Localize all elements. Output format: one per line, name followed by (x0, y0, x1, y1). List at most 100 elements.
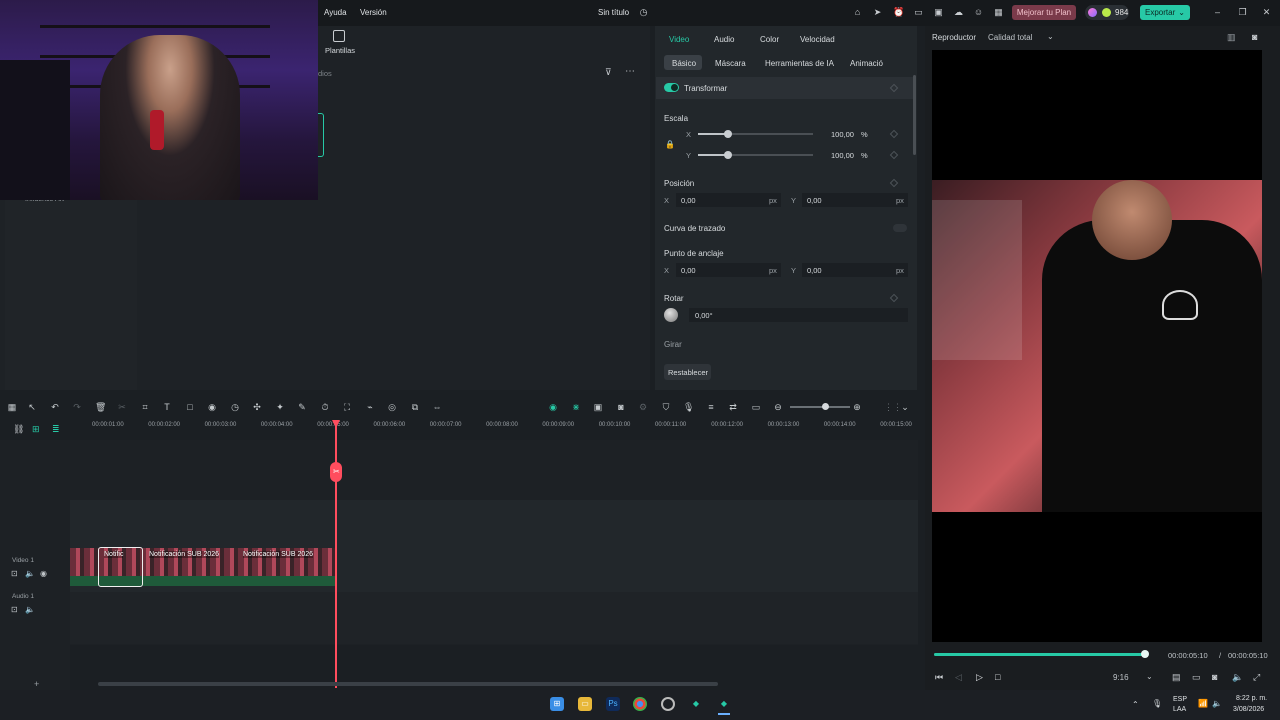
audio-mix-icon[interactable]: ≡ (706, 402, 716, 412)
delete-icon[interactable]: 🗑 (95, 402, 106, 412)
rotate-dial[interactable] (664, 308, 678, 322)
search-input[interactable]: dios (318, 69, 332, 78)
stop-icon[interactable]: □ (995, 672, 1000, 682)
previous-frame-icon[interactable]: ⏮ (935, 672, 943, 683)
path-curve-toggle[interactable] (893, 224, 907, 232)
lock-icon[interactable]: ⊡ (11, 569, 18, 578)
snap-icon[interactable]: ◉ (548, 402, 558, 412)
chevron-down-icon[interactable]: ⌄ (1146, 672, 1153, 681)
tab-video[interactable]: Video (669, 35, 689, 44)
zoom-out-icon[interactable]: ⊖ (773, 402, 783, 412)
group-icon[interactable]: ⧉ (410, 402, 420, 412)
filmora-active-icon[interactable]: ◆ (717, 697, 731, 711)
speed-icon[interactable]: ◷ (230, 402, 240, 412)
pip-icon[interactable]: ▭ (751, 402, 761, 412)
mask-icon[interactable]: ◎ (387, 402, 397, 412)
chevron-down-icon[interactable]: ⌄ (1047, 32, 1054, 41)
player-progress-knob[interactable] (1141, 650, 1149, 658)
export-button[interactable]: Exportar ⌄ (1140, 5, 1190, 20)
playhead-handle[interactable]: ✂ (330, 462, 342, 482)
snapshot-icon[interactable]: ◙ (1252, 32, 1257, 42)
audio-track-row[interactable] (70, 592, 918, 644)
timeline-scrollbar[interactable] (98, 682, 718, 686)
cloud-icon[interactable]: ☁ (953, 7, 964, 18)
edit-icon[interactable]: ✎ (297, 402, 307, 412)
gift-icon[interactable]: ⌂ (852, 7, 863, 18)
upgrade-plan-button[interactable]: Mejorar tu Plan (1012, 5, 1076, 20)
select-icon[interactable]: ↖ (27, 402, 37, 412)
play-back-icon[interactable]: ◁ (955, 672, 962, 683)
windows-start-icon[interactable]: ⊞ (550, 697, 564, 711)
player-progress-track[interactable] (934, 653, 1146, 656)
effects-icon[interactable]: ✣ (252, 402, 262, 412)
subtab-basico[interactable]: Básico (672, 59, 696, 68)
tab-audio[interactable]: Audio (714, 35, 734, 44)
timer-icon[interactable]: ⏱ (320, 402, 330, 412)
chevron-down-icon[interactable]: ⌄ (900, 402, 910, 412)
more-options-icon[interactable]: ⋯ (625, 66, 635, 77)
display-icon[interactable]: ▭ (1192, 672, 1201, 683)
magnet-icon[interactable]: ⋇ (571, 402, 581, 412)
language-bottom[interactable]: LAA (1173, 706, 1186, 713)
rotate-field[interactable] (689, 308, 908, 322)
send-icon[interactable]: ➤ (872, 7, 883, 18)
camera-icon[interactable]: ◙ (1212, 672, 1217, 682)
templates-icon[interactable] (333, 30, 345, 42)
shape-icon[interactable]: □ (185, 402, 195, 412)
scale-y-value[interactable]: 100,00 (831, 151, 854, 160)
mute-icon[interactable]: 🔈 (25, 569, 35, 578)
media-thumbnail-edge[interactable] (318, 113, 324, 157)
eye-icon[interactable]: ◉ (40, 569, 47, 578)
subtab-animacion[interactable]: Animació (850, 59, 883, 68)
photoshop-icon[interactable]: Ps (606, 697, 620, 711)
redo-icon[interactable]: ↷ (72, 402, 82, 412)
zoom-slider[interactable] (790, 406, 850, 408)
scale-y-knob[interactable] (724, 151, 732, 159)
playhead[interactable] (335, 420, 337, 688)
filter-icon[interactable]: ⊽ (605, 67, 612, 78)
alarm-icon[interactable]: ⏰ (893, 7, 904, 18)
file-explorer-icon[interactable]: ▭ (578, 697, 592, 711)
play-icon[interactable]: ▷ (976, 672, 983, 683)
settings-icon[interactable]: ⚙ (638, 402, 648, 412)
volume-icon[interactable]: 🔈 (1232, 672, 1243, 683)
subtab-ai-tools[interactable]: Herramientas de IA (765, 59, 834, 68)
microphone-icon[interactable]: 🎙 (683, 402, 694, 412)
zoom-knob[interactable] (822, 403, 829, 410)
support-icon[interactable]: ☺ (973, 7, 984, 18)
link-icon[interactable]: ⛓ (13, 424, 24, 435)
undo-icon[interactable]: ↶ (50, 402, 60, 412)
crop-icon[interactable]: ⌗ (140, 402, 150, 412)
menu-ayuda[interactable]: Ayuda (324, 8, 347, 17)
shield-icon[interactable]: ⛉ (661, 402, 671, 412)
wifi-icon[interactable]: 📶 (1198, 699, 1208, 708)
filmora-icon[interactable]: ◆ (689, 697, 703, 711)
text-icon[interactable]: T (162, 402, 172, 412)
replace-icon[interactable]: ⇄ (728, 402, 738, 412)
obs-icon[interactable] (661, 697, 675, 711)
aspect-ratio-select[interactable]: 9:16 (1113, 673, 1129, 682)
templates-tab[interactable]: Plantillas (325, 46, 355, 55)
chrome-icon[interactable] (633, 697, 647, 711)
scale-x-knob[interactable] (724, 130, 732, 138)
grid-icon[interactable]: ▦ (7, 402, 17, 412)
minimize-icon[interactable]: – (1212, 7, 1223, 18)
render-preview-icon[interactable]: ▣ (593, 402, 603, 412)
add-track-icon[interactable]: + (34, 679, 39, 689)
save-icon[interactable]: ▣ (933, 7, 944, 18)
fullscreen-icon[interactable]: ⤢ (1253, 672, 1260, 683)
track-add-icon[interactable]: ⊞ (32, 424, 40, 435)
scale-x-value[interactable]: 100,00 (831, 130, 854, 139)
frame-icon[interactable]: ⛶ (342, 402, 352, 412)
subtab-mascara[interactable]: Máscara (715, 59, 746, 68)
clock-time[interactable]: 8:22 p. m. (1236, 695, 1267, 702)
chevron-up-icon[interactable]: ⌃ (1132, 700, 1139, 709)
track-manage-icon[interactable]: ≣ (52, 424, 60, 435)
properties-scrollbar[interactable] (913, 75, 916, 155)
tag-icon[interactable]: ⌁ (365, 402, 375, 412)
language-top[interactable]: ESP (1173, 696, 1187, 703)
lock-icon[interactable]: 🔒 (665, 140, 675, 149)
close-icon[interactable]: ✕ (1261, 7, 1272, 18)
ai-icon[interactable]: ✦ (275, 402, 285, 412)
render-icon[interactable]: ▤ (1172, 672, 1181, 683)
